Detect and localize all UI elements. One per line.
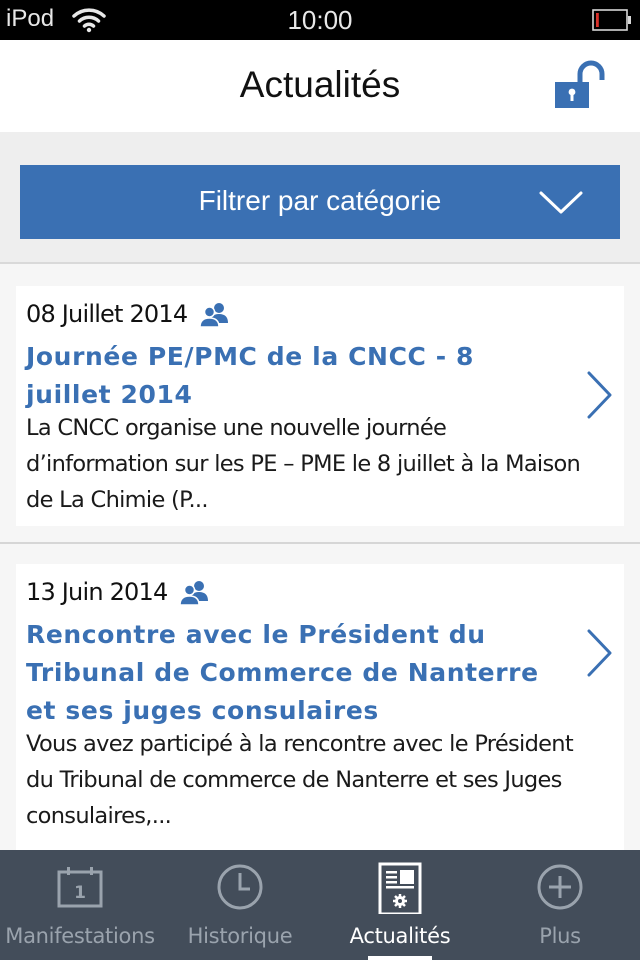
filter-area: Filtrer par catégorie bbox=[0, 132, 640, 264]
news-list: 08 Juillet 2014 Journée PE/PMC de la CNC… bbox=[0, 266, 640, 864]
news-date: 08 Juillet 2014 bbox=[26, 300, 188, 328]
tab-label: Plus bbox=[539, 924, 581, 948]
unlocked-padlock-icon[interactable] bbox=[550, 60, 606, 110]
tab-manifestations[interactable]: 1 Manifestations bbox=[0, 850, 160, 960]
tab-label: Historique bbox=[187, 924, 293, 948]
news-date: 13 Juin 2014 bbox=[26, 578, 168, 606]
clock-icon bbox=[217, 864, 263, 910]
battery-icon bbox=[592, 9, 631, 31]
status-bar: iPod 10:00 bbox=[0, 0, 640, 40]
category-filter-dropdown[interactable]: Filtrer par catégorie bbox=[20, 165, 620, 239]
news-description: Vous avez participé à la rencontre avec … bbox=[26, 731, 574, 829]
news-title: Rencontre avec le Président du Tribunal … bbox=[26, 620, 539, 725]
tab-label: Actualités bbox=[349, 924, 451, 948]
tab-bar: 1 Manifestations Historique Actualités P… bbox=[0, 850, 640, 960]
clock: 10:00 bbox=[287, 5, 353, 35]
calendar-icon: 1 bbox=[57, 867, 103, 908]
people-icon bbox=[199, 303, 229, 327]
news-list-item[interactable]: 08 Juillet 2014 Journée PE/PMC de la CNC… bbox=[0, 266, 640, 544]
news-date-row: 08 Juillet 2014 bbox=[26, 300, 229, 328]
news-description: La CNCC organise une nouvelle journée d’… bbox=[26, 415, 581, 513]
active-tab-indicator bbox=[368, 956, 432, 960]
tab-historique[interactable]: Historique bbox=[160, 850, 320, 960]
chevron-down-icon bbox=[539, 191, 583, 214]
page-title: Actualités bbox=[239, 64, 401, 105]
chevron-right-icon bbox=[587, 629, 612, 677]
news-card: 08 Juillet 2014 Journée PE/PMC de la CNC… bbox=[16, 286, 624, 526]
chevron-right-icon bbox=[587, 371, 612, 419]
news-list-item[interactable]: 13 Juin 2014 Rencontre avec le Président… bbox=[0, 544, 640, 864]
svg-text:1: 1 bbox=[74, 883, 86, 903]
news-title: Journée PE/PMC de la CNCC - 8 juillet 20… bbox=[26, 342, 475, 409]
news-card: 13 Juin 2014 Rencontre avec le Président… bbox=[16, 564, 624, 864]
plus-circle-icon bbox=[537, 864, 583, 910]
tab-actualites[interactable]: Actualités bbox=[320, 850, 480, 960]
people-icon bbox=[179, 581, 209, 605]
navigation-bar: Actualités bbox=[0, 40, 640, 132]
news-document-icon bbox=[378, 862, 422, 914]
news-date-row: 13 Juin 2014 bbox=[26, 578, 209, 606]
filter-label: Filtrer par catégorie bbox=[198, 185, 442, 216]
tab-plus[interactable]: Plus bbox=[480, 850, 640, 960]
tab-label: Manifestations bbox=[5, 924, 155, 948]
